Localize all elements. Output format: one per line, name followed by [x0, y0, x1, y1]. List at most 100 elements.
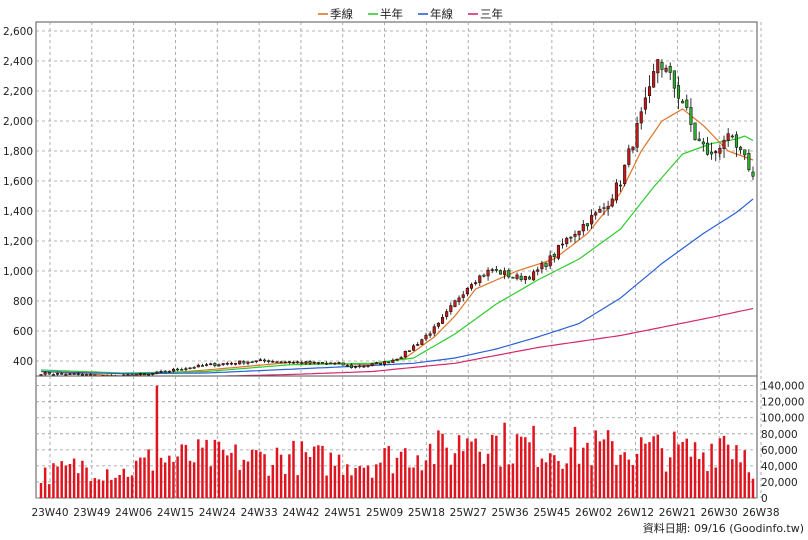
candle-body — [370, 363, 374, 366]
volume-bar — [259, 451, 262, 498]
candle-body — [515, 274, 519, 279]
volume-bar — [660, 448, 664, 498]
candle-body — [68, 373, 72, 376]
volume-bar — [644, 443, 647, 498]
volume-bar — [337, 454, 341, 498]
volume-bar — [93, 478, 97, 498]
volume-bar — [151, 470, 155, 498]
volume-bar — [408, 467, 411, 498]
volume-bar — [747, 472, 751, 498]
volume-bar — [474, 438, 477, 498]
candle — [147, 373, 151, 376]
candle-body — [449, 305, 453, 312]
volume-bar — [486, 453, 490, 498]
candle-body — [316, 362, 320, 364]
volume-bar — [312, 446, 316, 498]
candle-body — [602, 207, 606, 209]
candle-body — [345, 365, 349, 367]
volume-bar — [383, 448, 386, 498]
volume-bar — [685, 438, 689, 498]
volume-bar — [134, 460, 138, 498]
volume-bar — [110, 479, 113, 498]
volume-bar — [184, 444, 188, 498]
volume-bar — [553, 455, 556, 498]
volume-bar — [466, 438, 469, 498]
candle-body — [474, 282, 478, 285]
price-tick-label: 1,600 — [3, 176, 33, 188]
candle-body — [577, 230, 581, 236]
volume-bar — [751, 478, 755, 498]
candle-body — [171, 368, 175, 372]
candle-body — [56, 373, 60, 375]
volume-bar — [731, 459, 734, 498]
candle-body — [167, 370, 171, 373]
volume-bar — [437, 430, 440, 498]
volume-bar — [391, 473, 395, 498]
candle-body — [320, 362, 325, 364]
volume-bar — [424, 460, 428, 498]
volume-bar — [557, 461, 560, 498]
volume-bar — [300, 441, 304, 498]
volume-bar — [706, 471, 709, 498]
volume-bar — [159, 457, 163, 498]
volume-bar — [238, 470, 241, 498]
candle-body — [710, 151, 714, 155]
volume-bar — [606, 430, 610, 498]
volume-tick-label: 20,000 — [761, 477, 798, 489]
volume-bar — [490, 434, 494, 498]
x-tick-label: 23W49 — [73, 507, 110, 519]
volume-bar — [97, 479, 101, 498]
volume-tick-label: 0 — [761, 493, 768, 505]
candle-body — [532, 271, 536, 281]
candle-body — [631, 146, 635, 151]
candle-body — [403, 350, 407, 358]
volume-bar — [271, 464, 275, 498]
candle-body — [391, 359, 395, 363]
volume-bar — [499, 466, 502, 498]
candle-body — [147, 373, 151, 376]
volume-bar — [602, 439, 606, 498]
candle-body — [383, 361, 387, 365]
candle-body — [685, 99, 689, 108]
candle-body — [428, 333, 432, 336]
candle-body — [296, 361, 300, 364]
candle-body — [747, 152, 751, 171]
price-tick-label: 800 — [13, 296, 33, 308]
candle-body — [565, 237, 569, 245]
volume-bar — [478, 451, 482, 498]
volume-bar — [60, 461, 63, 498]
candle-body — [234, 363, 238, 365]
volume-bar — [668, 457, 672, 498]
candle-body — [279, 361, 283, 364]
candle-body — [619, 184, 623, 187]
candle-body — [552, 253, 556, 258]
candle-body — [151, 373, 155, 375]
volume-bar — [623, 452, 626, 498]
volume-bar — [246, 461, 250, 498]
volume-bar — [743, 450, 746, 498]
candle-body — [242, 361, 246, 364]
price-tick-label: 1,800 — [3, 146, 33, 158]
volume-bar — [573, 426, 577, 498]
volume-bar — [354, 468, 357, 498]
volume-bar — [105, 469, 109, 498]
candle-body — [689, 107, 693, 125]
volume-bar — [726, 444, 730, 498]
volume-bar — [453, 453, 457, 498]
candle-body — [730, 135, 734, 138]
candle-body — [511, 276, 515, 279]
candle-body — [51, 374, 55, 376]
volume-bar — [577, 463, 581, 498]
candle-body — [138, 373, 142, 375]
volume-bar — [718, 438, 722, 498]
volume-bar — [226, 455, 229, 498]
candle-body — [693, 122, 697, 140]
volume-bar — [209, 466, 212, 498]
price-tick-label: 2,400 — [3, 56, 33, 68]
candle-body — [267, 360, 271, 363]
legend-item: 半年 — [368, 7, 403, 21]
volume-bar — [594, 430, 597, 498]
candle-body — [660, 62, 664, 70]
volume-bar — [482, 463, 486, 498]
candle-body — [80, 373, 84, 376]
